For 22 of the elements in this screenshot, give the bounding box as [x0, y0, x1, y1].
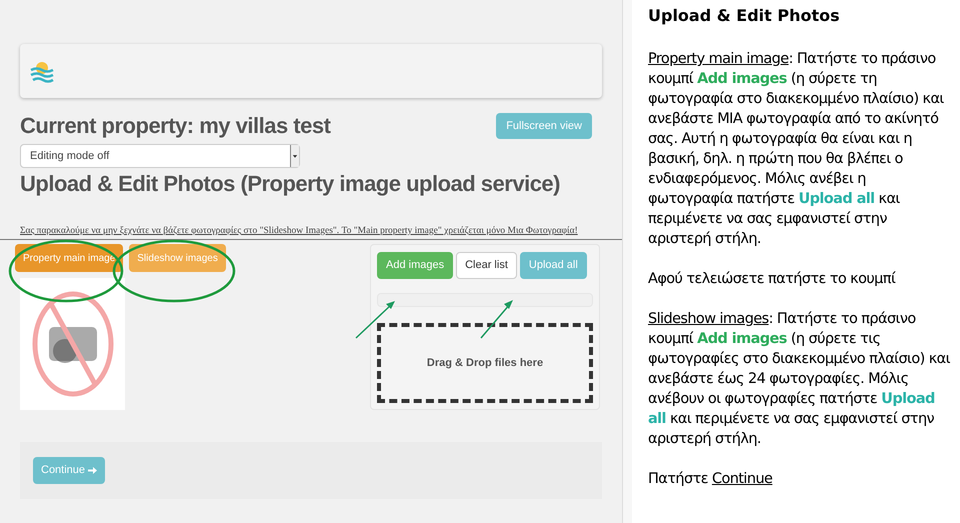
- mode-select[interactable]: Editing mode off: [20, 144, 300, 168]
- upload-button[interactable]: Add images: [377, 252, 454, 279]
- no-photo-icon: [30, 289, 114, 399]
- instruction-paragraph: Πατήστε Continue: [648, 470, 774, 489]
- drop-zone-label: Drag & Drop files here: [426, 356, 544, 371]
- arrow-right-icon: [88, 466, 98, 475]
- upload-button[interactable]: Clear list: [456, 252, 517, 279]
- continue-button[interactable]: Continue: [33, 457, 106, 484]
- drop-zone[interactable]: Drag & Drop files here: [377, 323, 593, 403]
- property-title: Current property: my villas test: [20, 112, 330, 140]
- section-title: Upload & Edit Photos (Property image upload service): [20, 170, 561, 198]
- instructions-title: Upload & Edit Photos: [648, 6, 841, 26]
- pointer-arrow: [355, 301, 395, 339]
- instruction-paragraph: Slideshow images: Πατήστε το πράσινο κουμπί Add images (η σύρετε τις φωτογραφίες στο διακεκομμένο πλαίσιο) και ανεβάστε έως 24 φωτογραφίες. Μόλις ανέβουν οι φωτογραφίες πατήστε Upload all και περιμένετε να σας εμφανιστεί στην αριστερή στήλη.: [648, 310, 951, 449]
- upload-button[interactable]: Upload all: [520, 252, 587, 279]
- fullscreen-button[interactable]: Fullscreen view: [496, 113, 592, 139]
- notice-text: Σας παρακαλούμε να μην ξεχνάτε να βάζετε φωτογραφίες στο "Slideshow Images". Το "Main property image" χρειάζεται μόνο Μια Φωτογραφία!: [20, 225, 579, 237]
- tab[interactable]: Slideshow images: [129, 244, 226, 272]
- pointer-arrow: [480, 300, 513, 338]
- instruction-paragraph: Αφού τελειώσετε πατήστε το κουμπί: [648, 270, 896, 289]
- instruction-paragraph: Property main image: Πατήστε το πράσινο κουμπί Add images (η σύρετε τη φωτογραφία στο διακεκομμένο πλαίσιο) και ανεβάστε ΜΙΑ φωτογραφία από το ακίνητό σας. Αυτή η φωτογραφία θα είναι και η βασική, δηλ. η πρώτη που θα βλέπει ο ενδιαφερόμενος. Μόλις ανέβει η φωτογραφία πατήστε Upload all και περιμένετε να σας εμφανιστεί στην αριστερή στήλη.: [648, 50, 945, 249]
- tab[interactable]: Property main image: [15, 244, 124, 272]
